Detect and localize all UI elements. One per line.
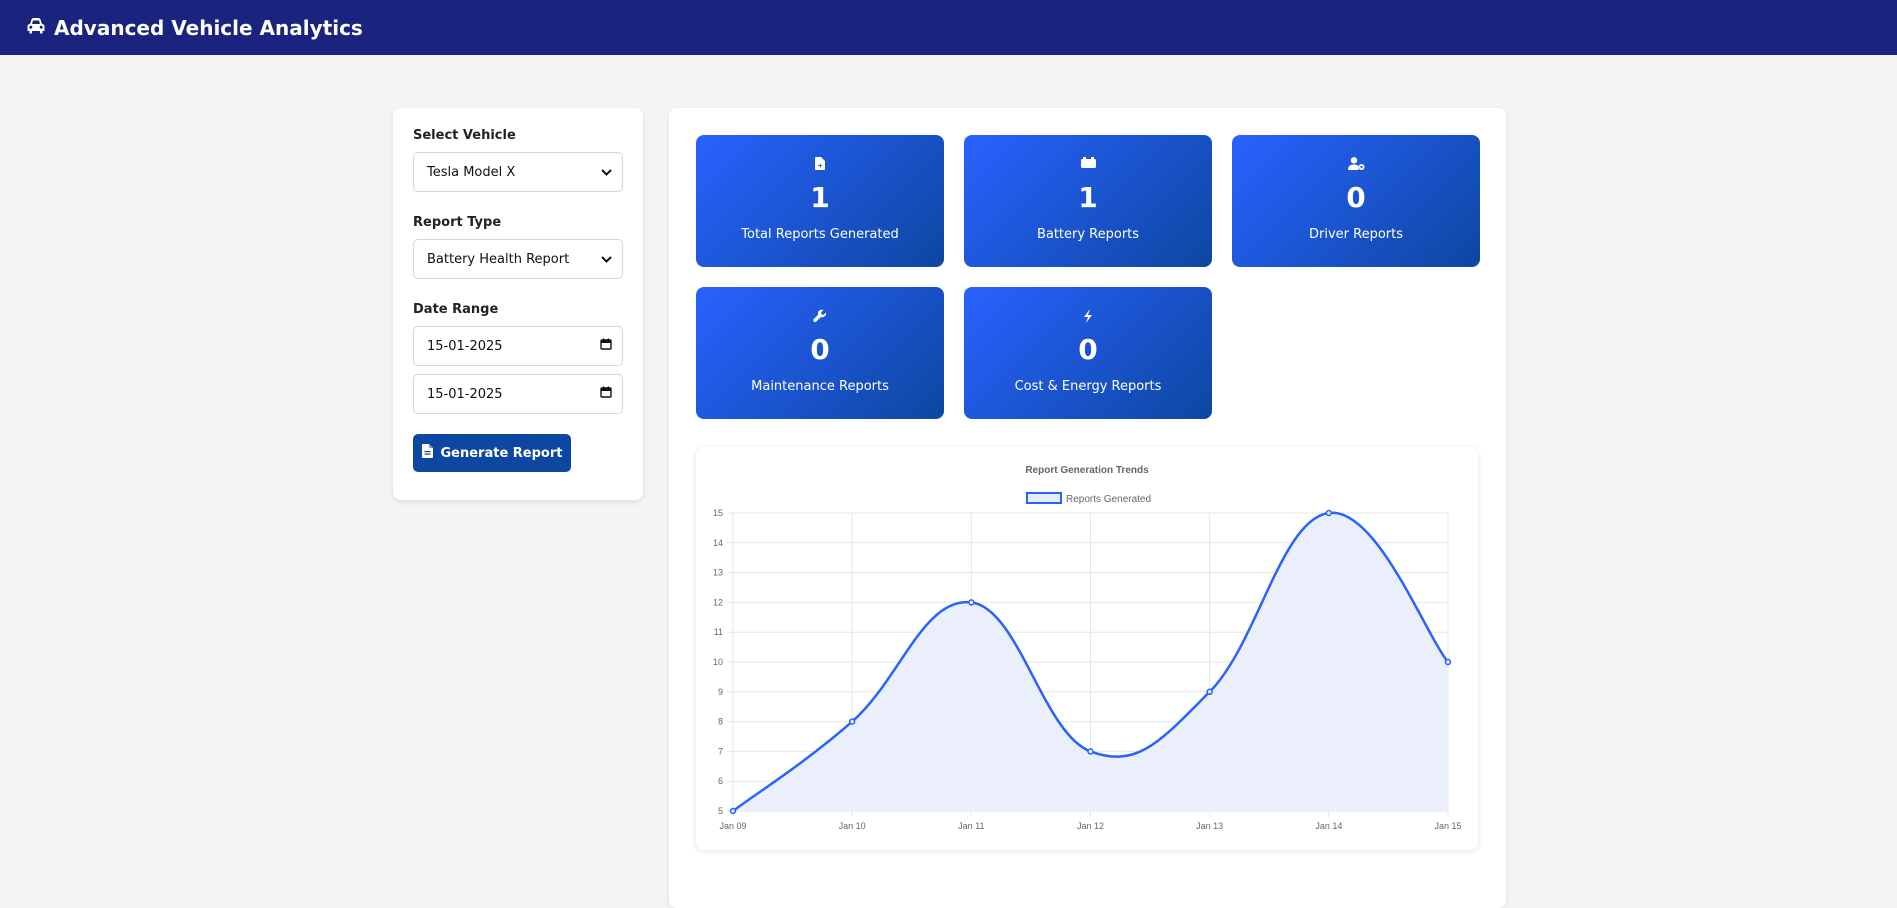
data-point[interactable] (968, 599, 975, 606)
app-title: Advanced Vehicle Analytics (54, 15, 363, 40)
generate-report-button[interactable]: Generate Report (413, 434, 571, 472)
legend-swatch[interactable] (1026, 492, 1062, 504)
y-tick-label: 10 (713, 657, 723, 667)
y-tick-label: 11 (714, 627, 723, 637)
date-range-label: Date Range (413, 302, 499, 317)
bolt-icon (964, 309, 1212, 323)
report-type-select-value: Battery Health Report (427, 251, 570, 267)
y-tick-label: 14 (713, 538, 723, 548)
end-date-input[interactable]: 15-01-2025 (413, 374, 623, 414)
stat-label: Total Reports Generated (741, 227, 899, 242)
y-tick-label: 5 (718, 806, 723, 816)
data-point[interactable] (1325, 509, 1333, 517)
data-point[interactable] (1206, 688, 1213, 696)
data-point[interactable] (729, 807, 737, 815)
y-tick-label: 12 (713, 597, 723, 607)
y-tick-label: 7 (718, 746, 723, 756)
x-tick-label: Jan 10 (839, 821, 866, 831)
file-icon (696, 157, 944, 170)
file-icon (421, 444, 441, 462)
end-date-value: 15-01-2025 (427, 386, 503, 402)
calendar-icon[interactable] (600, 386, 612, 402)
stat-card-maintenance[interactable]: 0 Maintenance Reports (696, 287, 944, 419)
y-tick-label: 13 (713, 568, 723, 578)
y-tick-label: 6 (718, 776, 723, 786)
stat-card-total[interactable]: 1 Total Reports Generated (696, 135, 944, 267)
dashboard-panel: 1 Total Reports Generated 1 Battery Repo… (669, 108, 1506, 908)
stat-value: 0 (810, 333, 830, 366)
app-brand[interactable]: Advanced Vehicle Analytics (26, 16, 363, 40)
calendar-icon[interactable] (600, 338, 612, 354)
stat-value: 0 (1346, 181, 1366, 214)
data-point[interactable] (1087, 748, 1094, 755)
y-tick-label: 15 (713, 508, 723, 518)
stat-card-cost-energy[interactable]: 0 Cost & Energy Reports (964, 287, 1212, 419)
vehicle-select[interactable]: Tesla Model X (413, 152, 623, 192)
user-gear-icon (1232, 157, 1480, 170)
x-tick-label: Jan 14 (1315, 821, 1342, 831)
generate-report-label: Generate Report (440, 445, 563, 461)
chart-title: Report Generation Trends (1025, 465, 1149, 476)
data-point[interactable] (848, 718, 856, 725)
stat-value: 1 (810, 181, 830, 214)
top-navbar: Advanced Vehicle Analytics (0, 0, 1897, 55)
x-tick-label: Jan 11 (958, 821, 984, 831)
stat-label: Maintenance Reports (751, 379, 889, 394)
vehicle-select-value: Tesla Model X (427, 164, 516, 180)
stat-value: 0 (1078, 333, 1098, 366)
report-form-panel: Select Vehicle Tesla Model X Report Type… (393, 108, 643, 500)
battery-icon (964, 157, 1212, 168)
x-tick-label: Jan 12 (1077, 821, 1104, 831)
stat-label: Battery Reports (1036, 227, 1140, 242)
wrench-icon (696, 309, 944, 323)
stat-card-driver[interactable]: 0 Driver Reports (1232, 135, 1480, 267)
chevron-down-icon (601, 165, 612, 180)
car-icon (26, 16, 54, 40)
chevron-down-icon (601, 252, 612, 267)
y-tick-label: 9 (718, 687, 723, 697)
stat-label: Driver Reports (1308, 227, 1403, 242)
report-type-label: Report Type (413, 215, 502, 230)
x-tick-label: Jan 13 (1196, 821, 1223, 831)
y-tick-label: 8 (718, 717, 723, 727)
legend-label[interactable]: Reports Generated (1066, 494, 1151, 505)
x-tick-label: Jan 15 (1434, 821, 1461, 831)
report-type-select[interactable]: Battery Health Report (413, 239, 623, 279)
data-point[interactable] (1444, 658, 1452, 666)
line-chart: Report Generation Trends Reports Generat… (713, 465, 1462, 831)
stat-label: Cost & Energy Reports (1014, 379, 1162, 394)
stat-card-battery[interactable]: 1 Battery Reports (964, 135, 1212, 267)
report-trends-chart: Report Generation Trends Reports Generat… (696, 447, 1478, 850)
stat-value: 1 (1078, 181, 1098, 214)
start-date-value: 15-01-2025 (427, 338, 503, 354)
start-date-input[interactable]: 15-01-2025 (413, 326, 623, 366)
x-tick-label: Jan 09 (719, 821, 746, 831)
vehicle-label: Select Vehicle (413, 128, 516, 143)
